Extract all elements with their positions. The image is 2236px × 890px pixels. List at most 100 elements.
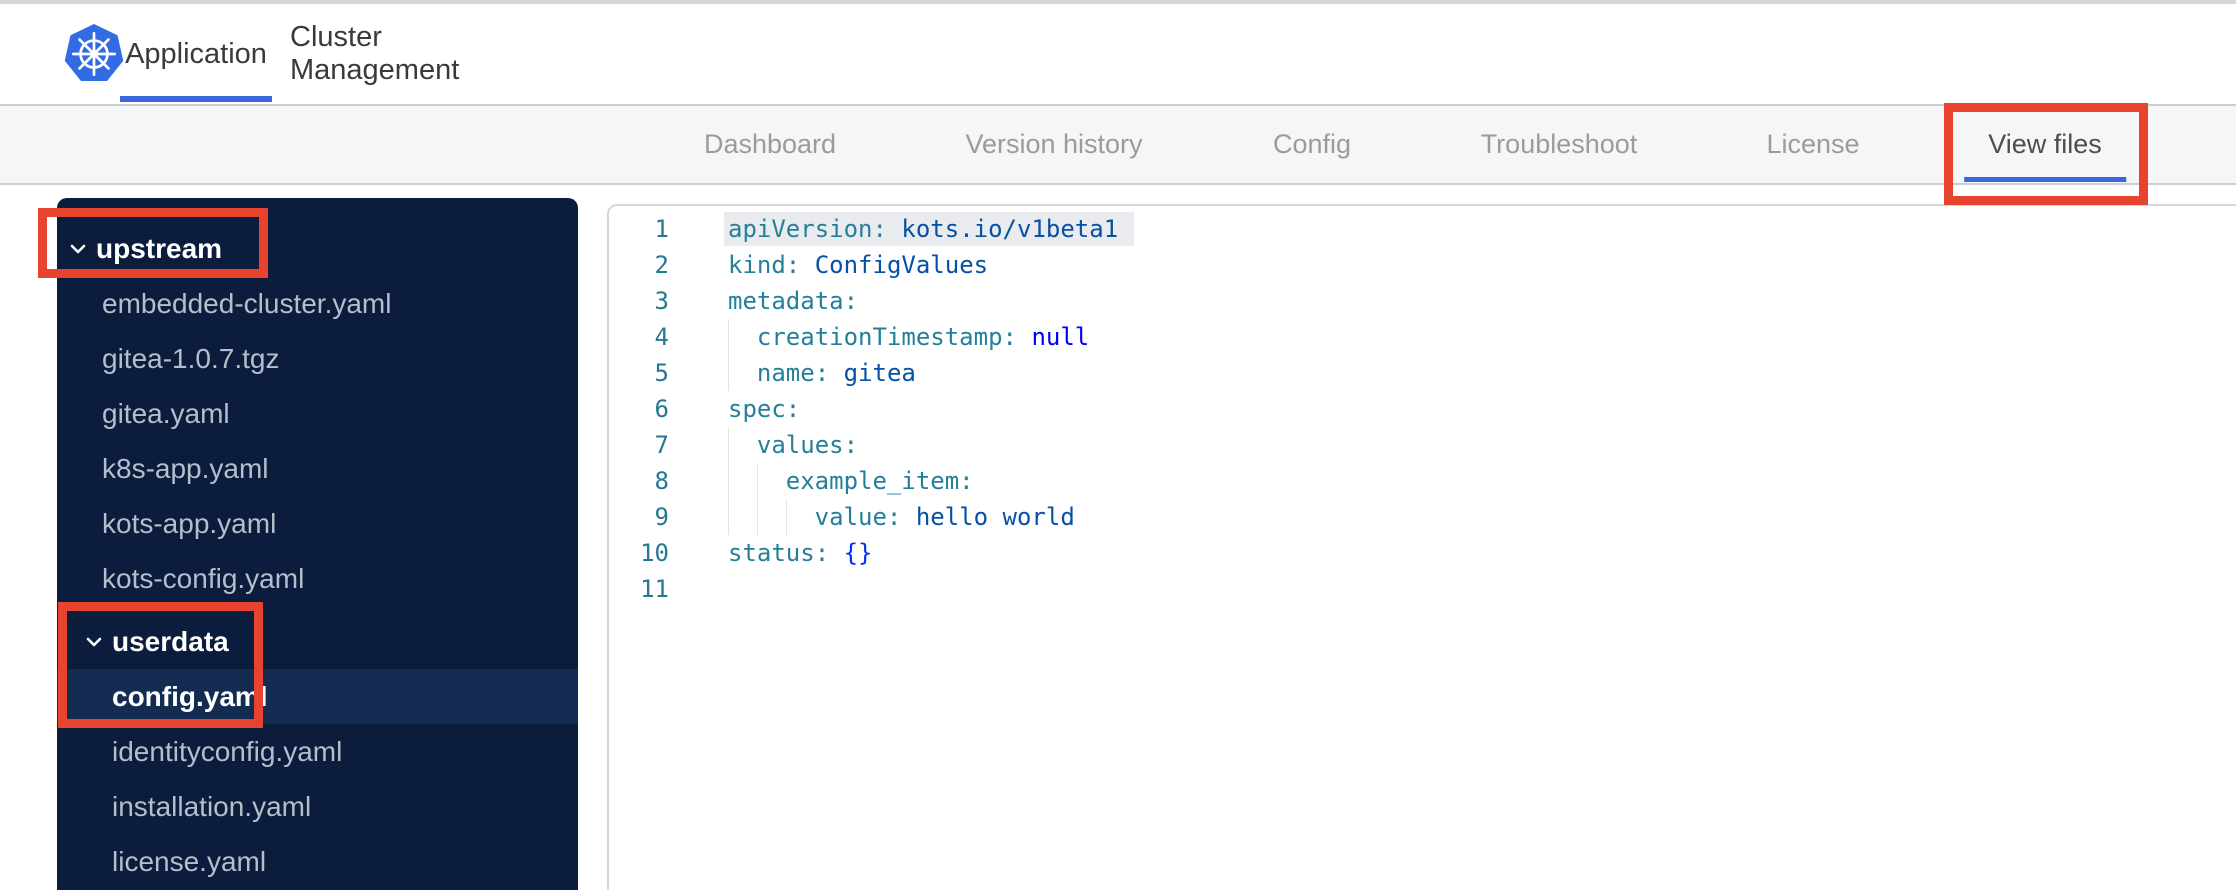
file-tree-label: config.yaml [112,680,268,712]
token-key: values: [756,431,859,459]
token-key: apiVersion: [728,215,887,243]
token-key: value: [814,503,902,531]
file-identityconfig-yaml[interactable]: identityconfig.yaml [57,724,578,779]
file-tree-label: upstream [96,232,223,264]
highlighted-text: apiVersion: kots.io/v1beta1 [724,212,1135,246]
tab-view-files[interactable]: View files [1964,106,2126,183]
top-tab-label: Application [125,37,267,70]
code-text: values: [728,427,858,463]
line-number: 3 [654,287,669,315]
subnav-item-label: View files [1988,129,2102,159]
code-line: 8 example_item: [609,463,2236,499]
file-tree-label: gitea.yaml [102,397,230,429]
code-line: 9 value: hello world [609,499,2236,535]
tab-license[interactable]: License [1756,106,1869,183]
app-subnav: Dashboard Version history Config Trouble… [0,106,2236,185]
file-tree-label: identityconfig.yaml [112,735,343,767]
file-tree-label: gitea-1.0.7.tgz [102,342,280,374]
line-number: 6 [654,395,669,423]
file-config-yaml[interactable]: config.yaml [57,669,578,724]
token-key: name: [756,359,830,387]
subnav-item-label: Version history [965,129,1143,159]
code-line: 7 values: [609,427,2236,463]
file-tree-label: userdata [112,625,229,657]
code-line: 3 metadata: [609,283,2236,319]
code-text: value: hello world [728,499,1075,535]
kots-admin-console: Application Cluster Management Dashboard… [0,0,2236,890]
tab-config[interactable]: Config [1263,106,1361,183]
indent-guide [728,427,757,463]
code-editor[interactable]: 1 apiVersion: kots.io/v1beta1 2 kind: Co… [607,204,2236,890]
code-line: 1 apiVersion: kots.io/v1beta1 [609,211,2236,247]
file-installation-yaml[interactable]: installation.yaml [57,779,578,834]
file-gitea-1-0-7-tgz[interactable]: gitea-1.0.7.tgz [57,331,578,386]
code-text: status: {} [728,535,873,571]
token-key: creationTimestamp: [756,323,1017,351]
file-tree: upstream embedded-cluster.yaml gitea-1.0… [57,198,578,890]
token-key: kind: [728,251,801,279]
file-tree-label: k8s-app.yaml [102,452,269,484]
file-gitea-yaml[interactable]: gitea.yaml [57,386,578,441]
code-text: name: gitea [728,355,916,391]
file-license-yaml[interactable]: license.yaml [57,834,578,889]
tab-troubleshoot[interactable]: Troubleshoot [1471,106,1648,183]
token-key: status: [728,539,830,567]
token-string: ConfigValues [814,251,989,279]
file-kots-app-yaml[interactable]: kots-app.yaml [57,496,578,551]
code-text: metadata: [728,283,858,319]
code-text: example_item: [728,463,974,499]
indent-guide [728,355,757,391]
line-number: 5 [654,359,669,387]
file-k8s-app-yaml[interactable]: k8s-app.yaml [57,441,578,496]
file-embedded-cluster-yaml[interactable]: embedded-cluster.yaml [57,276,578,331]
chevron-down-icon [86,637,102,646]
nav-tab-application[interactable]: Application [120,4,272,104]
subnav-item-label: Config [1272,129,1352,159]
token-key: example_item: [785,467,974,495]
indent-guide [728,463,757,499]
code-text: apiVersion: kots.io/v1beta1 [724,211,1135,247]
token-key: spec: [728,395,801,423]
line-number: 2 [654,251,669,279]
token-bracket: {} [843,539,873,567]
line-number: 1 [654,215,669,243]
file-tree-label: kots-config.yaml [102,562,305,594]
line-number: 10 [640,539,669,567]
indent-guide [785,499,815,535]
subnav-item-label: Troubleshoot [1480,129,1638,159]
folder-upstream[interactable]: upstream [57,221,578,276]
file-tree-label: license.yaml [112,845,267,877]
indent-guide [756,463,786,499]
tab-version-history[interactable]: Version history [955,106,1152,183]
code-lines: 1 apiVersion: kots.io/v1beta1 2 kind: Co… [609,211,2236,607]
code-text: spec: [728,391,800,427]
tab-dashboard[interactable]: Dashboard [694,106,846,183]
indent-guide [756,499,786,535]
token-string: gitea [843,359,916,387]
kubernetes-logo-icon [64,24,124,81]
line-number: 9 [654,503,669,531]
file-tree-rows: upstream embedded-cluster.yaml gitea-1.0… [57,221,578,889]
subnav-item-label: License [1766,129,1860,159]
subnav-item-label: Dashboard [703,129,837,159]
code-line: 6 spec: [609,391,2236,427]
indent-guide [728,499,757,535]
token-keyword: null [1031,323,1090,351]
token-string: kots.io/v1beta1 [901,215,1119,243]
folder-userdata[interactable]: userdata [57,614,578,669]
nav-tab-cluster-management[interactable]: Cluster Management [290,4,500,104]
line-number: 7 [654,431,669,459]
line-number: 8 [654,467,669,495]
top-navbar: Application Cluster Management [0,4,2236,106]
code-line: 10 status: {} [609,535,2236,571]
file-kots-config-yaml[interactable]: kots-config.yaml [57,551,578,606]
indent-guide [728,319,757,355]
code-text: creationTimestamp: null [728,319,1089,355]
code-line: 4 creationTimestamp: null [609,319,2236,355]
top-tab-label: Cluster Management [290,21,460,86]
